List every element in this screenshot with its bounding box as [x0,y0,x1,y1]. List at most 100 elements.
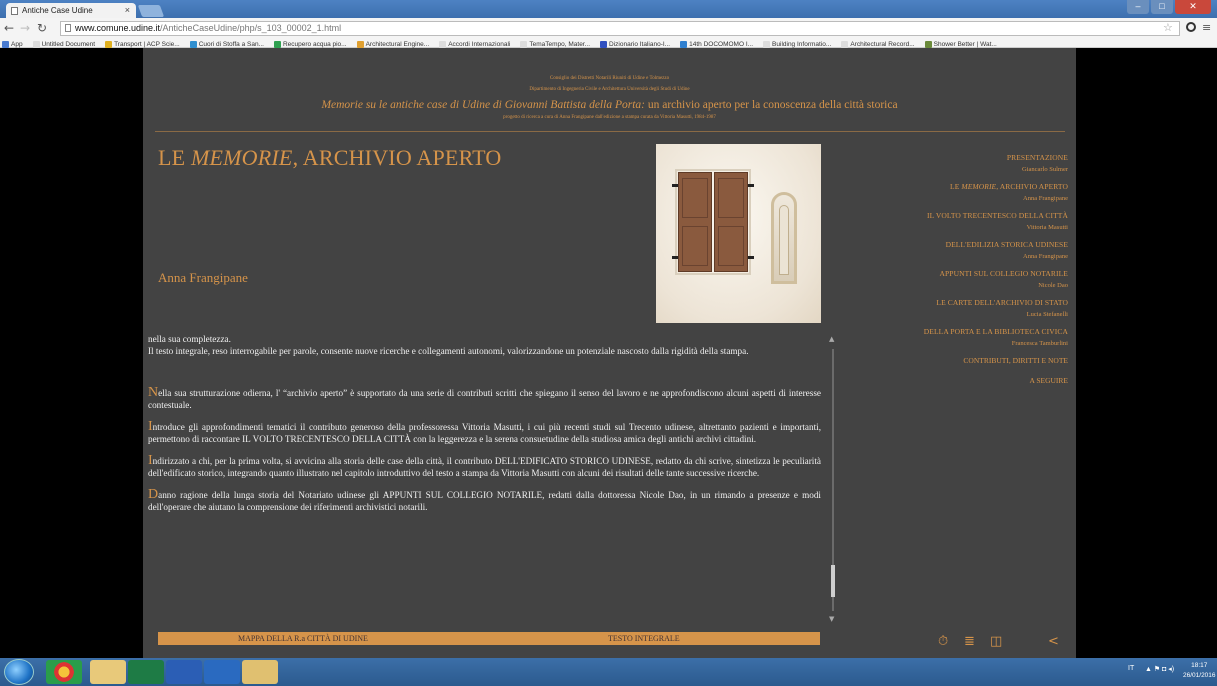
excel-taskbar-icon[interactable] [128,660,164,684]
browser-toolbar: ← → ↻ www.comune.udine.it/AnticheCaseUdi… [0,18,1217,48]
bookmark-label: Shower Better | Wat... [933,40,997,48]
article-scrollbar[interactable]: ▲ ▼ [826,335,840,625]
window-close-button[interactable]: ✕ [1175,0,1211,14]
paragraph-text: ella sua strutturazione odierna, l' “arc… [148,388,821,410]
bookmark-label: Untitled Document [41,40,96,48]
sidebar-item-title: DELLA PORTA E LA BIBLIOTECA CIVICA [843,326,1068,338]
mappa-link[interactable]: MAPPA DELLA R.a CITTÀ DI UDINE [238,632,368,645]
sidebar-item[interactable]: DELL'EDILIZIA STORICA UDINESE Anna Frangi… [843,239,1068,263]
bookmark-label: Architectural Record... [850,40,915,48]
chrome-taskbar-icon[interactable] [46,660,82,684]
paragraph-text: anno ragione della lunga storia del Nota… [148,490,821,512]
testo-integrale-link[interactable]: TESTO INTEGRALE [608,632,680,645]
sidebar-item-a-seguire[interactable]: A SEGUIRE [843,375,1068,387]
sidebar-item-title: IL VOLTO TRECENTESCO DELLA CITTÀ [843,210,1068,222]
site-container: Consiglio dei Distretti Notarili Riuniti… [143,48,1076,658]
bookmark-label: Dizionario Italiano-I... [609,40,671,48]
left-shutter [678,172,712,272]
bookmark-label: 14th DOCOMOMO I... [689,40,754,48]
article-paragraph: Danno ragione della lunga storia del Not… [148,488,821,513]
bookmark-label: Transport | ACP Scie... [114,40,180,48]
tab-close-icon[interactable]: × [125,5,130,15]
bookmark-icon [356,40,364,48]
sidebar-item[interactable]: APPUNTI SUL COLLEGIO NOTARILE Nicole Dao [843,268,1068,292]
sidebar-item[interactable]: LE MEMORIE, ARCHIVIO APERTO Anna Frangipa… [843,181,1068,205]
bookmark-label: Recupero acqua pio... [282,40,347,48]
bookmark-icon [439,40,447,48]
extension-icon[interactable] [1186,22,1196,32]
browser-tab[interactable]: Antiche Case Udine × [6,3,136,18]
hinge-icon [748,256,754,259]
sidebar-item-title: PRESENTAZIONE [843,152,1068,164]
sidebar-item[interactable]: PRESENTAZIONE Giancarlo Sulmer [843,152,1068,176]
sidebar-item-author: Vittoria Masutti [1026,224,1068,231]
sidebar-item-author: Lucia Stefanelli [1026,311,1068,318]
url-path: /AnticheCaseUdine/php/s_103_00002_1.html [160,23,342,33]
columns-icon[interactable]: ◫ [990,634,1002,649]
sidebar-title-part: PRESENTAZIONE [1006,153,1068,162]
sidebar-title-part: LE CARTE DELL'ARCHIVIO DI STATO [936,298,1068,307]
arched-niche [771,192,797,284]
language-indicator[interactable]: IT [1128,665,1134,672]
list-icon[interactable]: ≣ [964,634,975,649]
system-clock[interactable]: 18:17 26/01/2016 [1183,661,1216,681]
reload-icon[interactable]: ↻ [37,21,47,35]
header-line-consiglio: Consiglio dei Distretti Notarili Riuniti… [549,76,670,81]
bookmark-icon [273,40,281,48]
start-button[interactable] [4,659,34,685]
back-chevron-icon[interactable]: < [1048,634,1059,649]
tray-flag-icon[interactable]: ▲ ⚑ ◘ ◂) [1145,665,1174,673]
browser-menu-icon[interactable]: ≡ [1202,21,1211,34]
article-paragraph: Nella sua strutturazione odierna, l' “ar… [148,385,821,411]
scroll-up-icon[interactable]: ▲ [829,335,834,343]
bookmark-icon [841,40,849,48]
header-site-title: Memorie su le antiche case di Udine di G… [143,99,1076,111]
drop-initial: N [148,385,159,400]
window-shutters-illustration [656,144,821,323]
sidebar-item[interactable]: DELLA PORTA E LA BIBLIOTECA CIVICA France… [843,326,1068,350]
title-post: , ARCHIVIO APERTO [292,145,502,170]
scroll-thumb[interactable] [831,565,835,597]
sidebar-item[interactable]: IL VOLTO TRECENTESCO DELLA CITTÀ Vittoria… [843,210,1068,234]
word-taskbar-icon[interactable] [166,660,202,684]
bookmark-star-icon[interactable]: ☆ [1163,21,1173,34]
article-body[interactable]: nella sua completezza. Il testo integral… [148,333,821,623]
bottom-link-bar: MAPPA DELLA R.a CITTÀ DI UDINE TESTO INT… [158,632,820,645]
bookmark-icon [520,40,528,48]
clock-icon[interactable]: ⏱ [938,634,948,649]
outlook-taskbar-icon[interactable] [204,660,240,684]
sidebar-item-author: Nicole Dao [1038,282,1068,289]
intro-paragraph: Il testo integrale, reso interrogabile p… [148,346,749,356]
tab-title: Antiche Case Udine [22,6,93,15]
sidebar-item-author: Francesca Tamburlini [1011,340,1068,347]
paragraph-text: ndirizzato a chi, per la prima volta, si… [148,456,821,478]
scroll-down-icon[interactable]: ▼ [829,615,834,623]
sidebar-item-contributi[interactable]: CONTRIBUTI, DIRITTI E NOTE [843,355,1068,367]
header-title-italic: Memorie su le antiche case di Udine di G… [321,99,645,111]
bookmark-icon [2,40,9,48]
hinge-icon [748,184,754,187]
forward-arrow-icon[interactable]: → [20,21,30,35]
bookmark-icon [105,40,113,48]
bookmark-icon [32,40,40,48]
web-page: Consiglio dei Distretti Notarili Riuniti… [0,48,1217,658]
header-divider [155,131,1065,132]
bookmark-icon [680,40,688,48]
sidebar-item-author: Giancarlo Sulmer [1021,166,1068,173]
back-arrow-icon[interactable]: ← [4,21,14,35]
new-tab-button[interactable] [137,5,165,17]
window-maximize-button[interactable]: □ [1151,0,1173,14]
bookmark-icon [600,40,608,48]
window-minimize-button[interactable]: – [1127,0,1149,14]
sidebar-title-part: DELL'EDILIZIA STORICA UDINESE [945,240,1068,249]
header-line-dipartimento: Dipartimento di Ingegneria Civile e Arch… [529,87,690,92]
sidebar-item-author: Anna Frangipane [1023,253,1068,260]
bookmark-label: Architectural Engine... [365,40,430,48]
page-favicon-icon [11,7,18,15]
sidebar-item[interactable]: LE CARTE DELL'ARCHIVIO DI STATO Lucia Ste… [843,297,1068,321]
address-bar[interactable]: www.comune.udine.it/AnticheCaseUdine/php… [60,21,1180,36]
folder-taskbar-icon[interactable] [242,660,278,684]
bookmark-label: App [11,40,23,48]
explorer-taskbar-icon[interactable] [90,660,126,684]
sidebar-title-part: APPUNTI SUL COLLEGIO NOTARILE [939,269,1068,278]
